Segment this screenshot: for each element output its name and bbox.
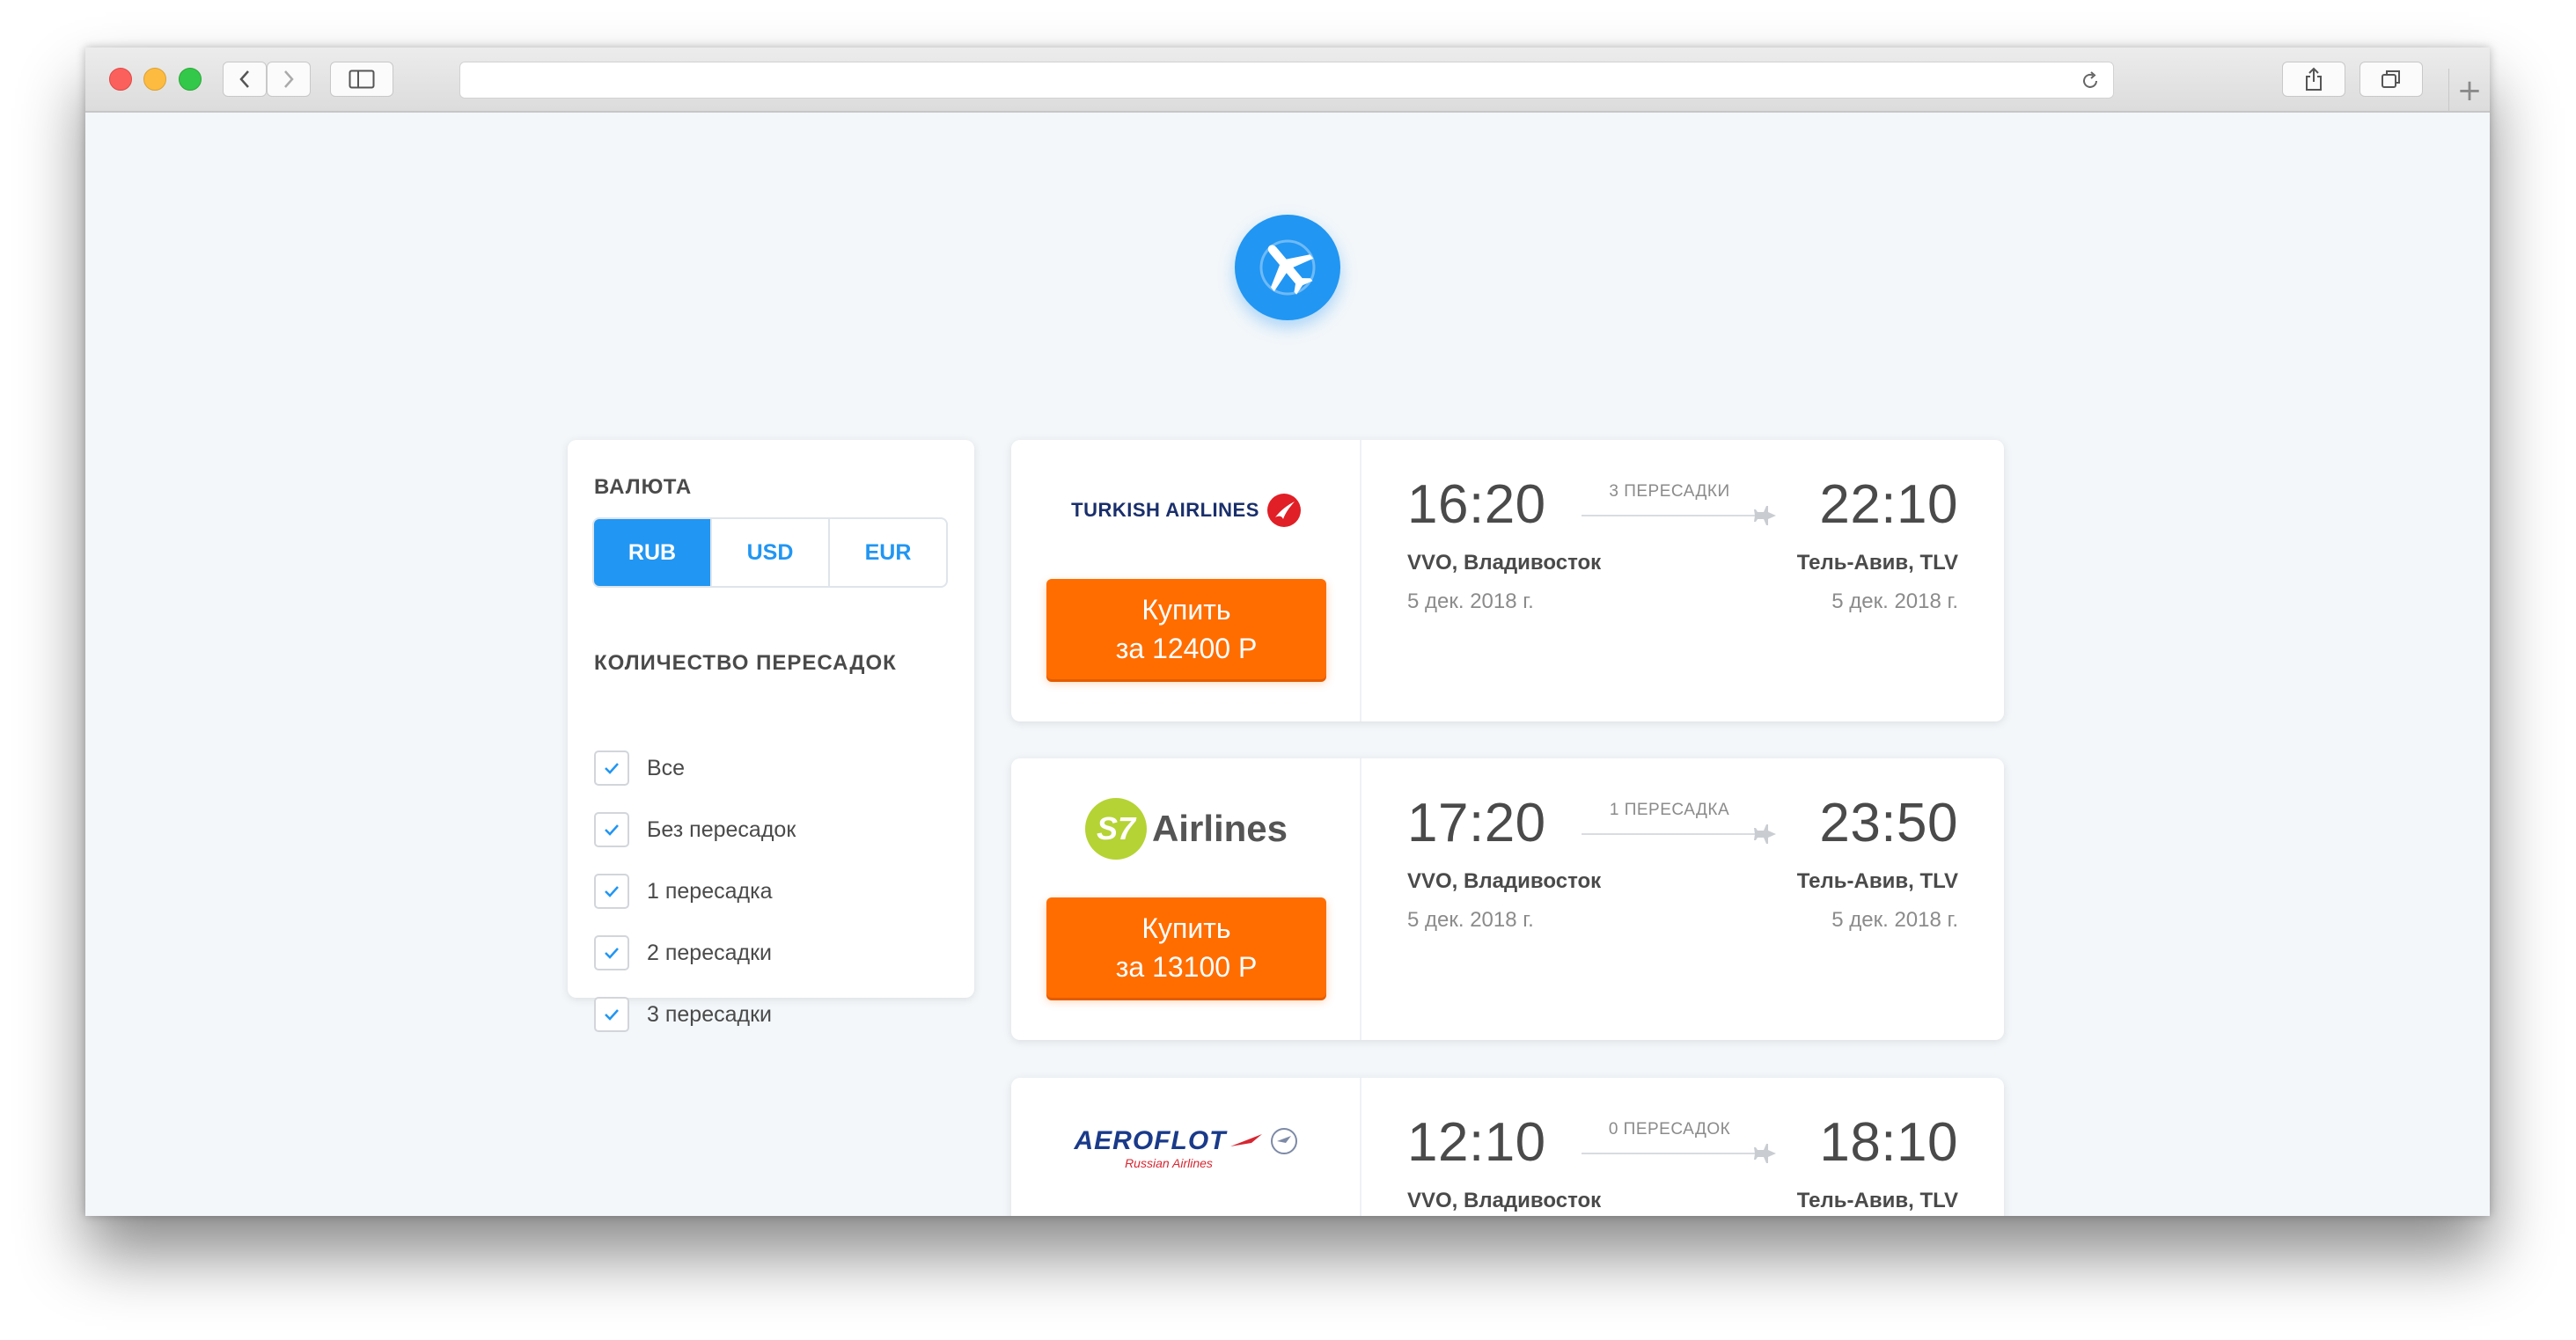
stops-option-label: Все xyxy=(647,755,686,780)
checkbox[interactable] xyxy=(594,935,629,970)
ticket-card: S7 Airlines Купить за 13100 Р 17:20 1 ПЕ… xyxy=(1011,758,2004,1040)
stops-option-label: 2 пересадки xyxy=(647,940,772,965)
back-button[interactable] xyxy=(223,62,267,97)
stops-option-1[interactable]: 1 пересадка xyxy=(594,874,772,909)
route-line xyxy=(1582,1153,1772,1154)
ticket-left: TURKISH AIRLINES Купить за 12400 Р xyxy=(1011,440,1361,721)
checkbox[interactable] xyxy=(594,751,629,786)
destination-city: Тель-Авив, TLV xyxy=(1796,1189,1958,1212)
chevron-right-icon xyxy=(284,70,294,88)
check-icon xyxy=(605,948,619,959)
ticket-card: AEROFLOT Russian Airlines 12:10 0 ПЕРЕСА… xyxy=(1011,1078,2004,1216)
departure-date: 5 дек. 2018 г. xyxy=(1407,908,1534,932)
origin-city: VVO, Владивосток xyxy=(1407,1189,1602,1212)
destination-city: Тель-Авив, TLV xyxy=(1796,869,1958,893)
stops-option-label: 1 пересадка xyxy=(647,878,773,904)
plane-icon xyxy=(1754,1144,1776,1163)
stops-count: 3 ПЕРЕСАДКИ xyxy=(1609,482,1730,501)
stops-title: КОЛИЧЕСТВО ПЕРЕСАДОК xyxy=(594,651,897,675)
s7-logo-badge: S7 xyxy=(1084,798,1147,860)
checkbox[interactable] xyxy=(594,812,629,847)
check-icon xyxy=(605,886,619,897)
checkbox[interactable] xyxy=(594,997,629,1032)
share-button[interactable] xyxy=(2282,62,2345,97)
tabs-overview-button[interactable] xyxy=(2359,62,2423,97)
route-line xyxy=(1582,833,1772,835)
origin-city: VVO, Владивосток xyxy=(1407,869,1602,893)
airline-name: Airlines xyxy=(1151,808,1288,849)
new-tab-button[interactable]: + xyxy=(2448,69,2490,113)
address-bar[interactable] xyxy=(459,62,2114,99)
arrival-date: 5 дек. 2018 г. xyxy=(1831,908,1958,932)
stops-option-none[interactable]: Без пересадок xyxy=(594,812,796,847)
airline-logo-turkish: TURKISH AIRLINES xyxy=(1011,475,1361,546)
currency-eur-button[interactable]: EUR xyxy=(830,519,946,586)
buy-button-label: Купить xyxy=(1141,594,1231,626)
buy-button[interactable]: Купить за 12400 Р xyxy=(1046,579,1326,679)
origin-city: VVO, Владивосток xyxy=(1407,551,1602,575)
airline-logo-s7: S7 Airlines xyxy=(1011,794,1361,864)
aeroflot-wing-icon xyxy=(1229,1134,1262,1146)
arrival-time: 22:10 xyxy=(1819,474,1958,535)
tabs-icon xyxy=(2382,70,2400,88)
arrival-time: 18:10 xyxy=(1819,1112,1958,1173)
stops-count: 1 ПЕРЕСАДКА xyxy=(1609,801,1730,819)
route-line xyxy=(1582,515,1772,516)
reload-icon[interactable] xyxy=(2080,70,2101,92)
filters-panel: ВАЛЮТА RUB USD EUR КОЛИЧЕСТВО ПЕРЕСАДОК … xyxy=(568,440,974,1032)
departure-time: 16:20 xyxy=(1407,474,1546,535)
arrival-date: 5 дек. 2018 г. xyxy=(1831,589,1958,613)
app-logo xyxy=(1235,215,1340,320)
buy-button-price: за 13100 Р xyxy=(1115,951,1258,983)
stops-option-all[interactable]: Все xyxy=(594,751,685,786)
checkbox[interactable] xyxy=(594,874,629,909)
departure-time: 17:20 xyxy=(1407,793,1546,853)
minimize-window-button[interactable] xyxy=(143,68,166,91)
buy-button[interactable]: Купить за 13100 Р xyxy=(1046,897,1326,998)
ticket-left: S7 Airlines Купить за 13100 Р xyxy=(1011,758,1361,1040)
aeroflot-logo-row: AEROFLOT xyxy=(1075,1126,1299,1156)
airline-name: TURKISH AIRLINES xyxy=(1071,499,1259,521)
browser-toolbar: + xyxy=(85,48,2490,113)
stops-option-3[interactable]: 3 пересадки xyxy=(594,997,772,1032)
check-icon xyxy=(605,763,619,774)
plane-icon xyxy=(1754,506,1776,525)
airline-name: AEROFLOT xyxy=(1074,1126,1227,1155)
currency-selector: RUB USD EUR xyxy=(592,517,948,588)
browser-window: + ВАЛЮТА RUB USD EUR КОЛИЧЕСТВО ПЕРЕСАДО… xyxy=(85,48,2490,1216)
currency-title: ВАЛЮТА xyxy=(594,475,693,499)
stops-option-label: 3 пересадки xyxy=(647,1001,772,1027)
sidebar-icon xyxy=(349,70,375,89)
plane-icon xyxy=(1754,824,1776,844)
forward-button[interactable] xyxy=(267,62,311,97)
airline-subtitle: Russian Airlines xyxy=(1125,1156,1213,1170)
airline-logo-aeroflot: AEROFLOT Russian Airlines xyxy=(1011,1113,1361,1183)
check-icon xyxy=(605,1009,619,1021)
sidebar-toggle-button[interactable] xyxy=(330,62,393,97)
currency-usd-button[interactable]: USD xyxy=(712,519,830,586)
turkish-airlines-emblem-icon xyxy=(1266,494,1301,527)
currency-rub-button[interactable]: RUB xyxy=(594,519,712,586)
ticket-left: AEROFLOT Russian Airlines xyxy=(1011,1078,1361,1216)
check-icon xyxy=(605,824,619,836)
buy-button-price: за 12400 Р xyxy=(1115,633,1258,664)
departure-date: 5 дек. 2018 г. xyxy=(1407,589,1534,613)
close-window-button[interactable] xyxy=(109,68,132,91)
zoom-window-button[interactable] xyxy=(179,68,202,91)
stops-count: 0 ПЕРЕСАДОК xyxy=(1608,1120,1731,1139)
buy-button-label: Купить xyxy=(1141,912,1231,944)
stops-option-2[interactable]: 2 пересадки xyxy=(594,935,772,970)
share-icon xyxy=(2306,67,2322,91)
ticket-card: TURKISH AIRLINES Купить за 12400 Р 16:20… xyxy=(1011,440,2004,721)
aeroflot-emblem-icon xyxy=(1270,1128,1297,1154)
airplane-icon xyxy=(1259,239,1316,296)
arrival-time: 23:50 xyxy=(1819,793,1958,853)
chevron-left-icon xyxy=(239,70,249,88)
destination-city: Тель-Авив, TLV xyxy=(1796,551,1958,575)
stops-option-label: Без пересадок xyxy=(647,816,796,842)
departure-time: 12:10 xyxy=(1407,1112,1546,1173)
